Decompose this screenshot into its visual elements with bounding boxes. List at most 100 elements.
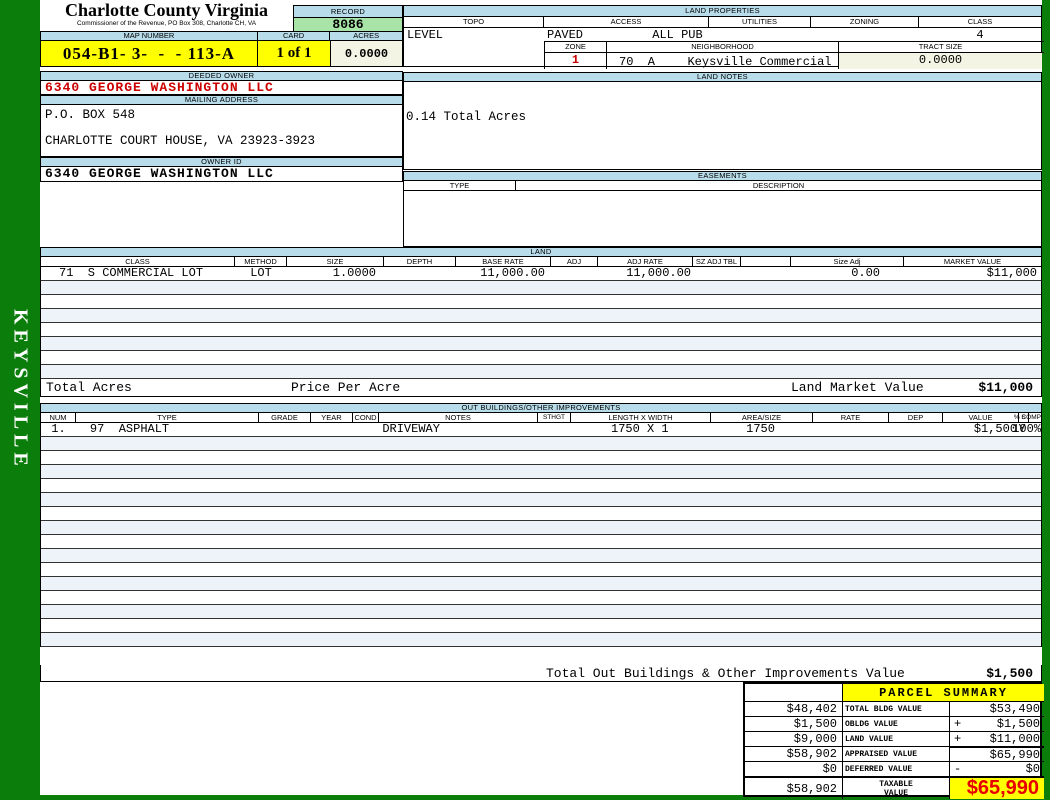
property-record-card: KEYSVILLE Charlotte County Virginia Comm… [0,0,1050,800]
land-base-rate-cell: 11,000.00 [480,266,545,280]
mailing-address-bar: MAILING ADDRESS [40,95,403,105]
land-sz-adj-tbl-cell [693,267,741,280]
land-class-header: CLASS [41,257,235,266]
appraised-value-label: APPRAISED VALUE [842,746,949,761]
record-box: RECORD 8086 [293,5,403,33]
empty-table-row [41,465,1041,479]
empty-table-row [41,281,1041,295]
ob-rate-header: RATE [813,413,889,422]
land-notes-bar: LAND NOTES [403,72,1042,82]
ob-num-cell: 1. [51,422,66,436]
ob-year-cell [310,423,352,436]
land-size-header: SIZE [287,257,384,266]
county-header: Charlotte County Virginia Commissioner o… [40,0,293,31]
land-adj-header: ADJ [551,257,598,266]
land-blank-header [741,257,791,266]
ob-pct-comp-cell: 100% [1012,422,1042,436]
ob-area-size-cell: 1750 [746,422,775,436]
address-line-2: CHARLOTTE COURT HOUSE, VA 23923-3923 [45,134,316,148]
land-base-rate-header: BASE RATE [456,257,551,266]
ob-cond-header: COND [353,413,379,422]
out-buildings-total-value: $1,500 [986,666,1033,681]
total-acres-label: Total Acres [46,380,132,395]
map-value-row: 054-B1- 3- - - 113-A 1 of 1 0.0000 [40,41,403,67]
ob-type-header: TYPE [76,413,259,422]
empty-table-row [41,507,1041,521]
ob-year-header: YEAR [311,413,353,422]
tract-size-value: 0.0000 [839,53,1042,69]
owner-id-value: 6340 GEORGE WASHINGTON LLC [40,167,403,182]
land-sz-adj-tbl-header: SZ ADJ TBL [693,257,741,266]
topo-value: LEVEL [407,28,444,42]
ob-type-cell: 97 ASPHALT [89,422,170,436]
zoning-header: ZONING [811,17,919,27]
land-class-cell: 71 S COMMERCIAL LOT [59,266,204,280]
prior-appraised-value: $58,902 [745,746,842,761]
out-buildings-data-row: 1. 97 ASPHALT DRIVEWAY 1750 X 1 1750 $1,… [40,423,1042,437]
land-notes-box: 0.14 Total Acres [403,82,1042,170]
record-sheet: Charlotte County Virginia Commissioner o… [40,0,1044,799]
ob-rate-cell [811,423,887,436]
map-number-header: MAP NUMBER [41,32,258,40]
empty-table-row [41,479,1041,493]
tract-size-header: TRACT SIZE [918,42,963,51]
prior-obldg-value: $1,500 [745,716,842,731]
mailing-address-box: P.O. BOX 548 CHARLOTTE COURT HOUSE, VA 2… [40,105,403,157]
ob-length-width-header: LENGTH X WIDTH [571,413,711,422]
zone-value: 1 [545,53,607,69]
acres-value: 0.0000 [331,41,403,67]
land-notes-text: 0.14 Total Acres [406,110,527,124]
ob-grade-header: GRADE [259,413,311,422]
land-value-label: LAND VALUE [842,731,949,746]
utilities-value: ALL PUB [652,28,703,42]
ob-sthgt-cell [537,423,570,436]
deferred-sign: - [954,762,962,776]
empty-table-row [41,451,1041,465]
ob-value-header: VALUE [943,413,1019,422]
easement-description-header: DESCRIPTION [752,180,805,190]
land-size-adj-cell: 0.00 [851,266,880,280]
land-totals-row: Total Acres Price Per Acre Land Market V… [40,379,1042,397]
easements-bar: EASEMENTS [403,171,1042,181]
deferred-value: - $0 [949,761,1044,776]
ob-value-cell: $1,500 [973,422,1018,436]
ob-sthgt-header: STHGT [538,413,571,422]
land-size-adj-header: Size Adj [791,257,904,266]
county-subtitle: Commissioner of the Revenue, PO Box 308,… [76,20,257,27]
topo-header: TOPO [404,17,544,27]
land-properties-box: LAND PROPERTIES TOPO ACCESS UTILITIES ZO… [403,5,1044,69]
obldg-value: + $1,500 [949,716,1044,731]
land-adj-cell [551,267,598,280]
acres-header: ACRES [353,31,380,40]
empty-table-row [41,619,1041,633]
empty-table-row [41,549,1041,563]
taxable-value-label: TAXABLE VALUE [842,776,949,799]
deeded-owner-value: 6340 GEORGE WASHINGTON LLC [40,81,403,95]
taxable-value: $65,990 [949,776,1044,799]
appraised-value: $65,990 [949,746,1044,761]
land-depth-cell [384,267,456,280]
empty-table-row [41,295,1041,309]
land-value: + $11,000 [949,731,1044,746]
land-data-row: 71 S COMMERCIAL LOT LOT 1.0000 11,000.00… [40,267,1042,281]
empty-table-row [41,535,1041,549]
prior-taxable-value: $58,902 [745,776,842,799]
prior-land-value: $9,000 [745,731,842,746]
zone-header: ZONE [545,42,607,52]
prior-deferred-value: $0 [745,761,842,776]
empty-table-row [41,437,1041,451]
land-section-bar: LAND [40,247,1042,257]
total-bldg-value-label: TOTAL BLDG VALUE [842,701,949,716]
empty-table-row [41,577,1041,591]
ob-notes-header: NOTES [379,413,538,422]
empty-table-row [41,351,1041,365]
out-buildings-header-row: NUM TYPE GRADE YEAR COND NOTES STHGT LEN… [40,413,1042,423]
land-depth-header: DEPTH [384,257,456,266]
empty-table-row [41,365,1041,379]
land-adj-rate-cell: 11,000.00 [626,266,691,280]
map-header-row: MAP NUMBER CARD ACRES [40,31,403,41]
district-sidebar: KEYSVILLE [0,280,40,500]
ob-pct-comp-header: % COMP [1013,413,1041,421]
card-value: 1 of 1 [258,41,331,67]
ob-grade-cell [259,423,311,436]
